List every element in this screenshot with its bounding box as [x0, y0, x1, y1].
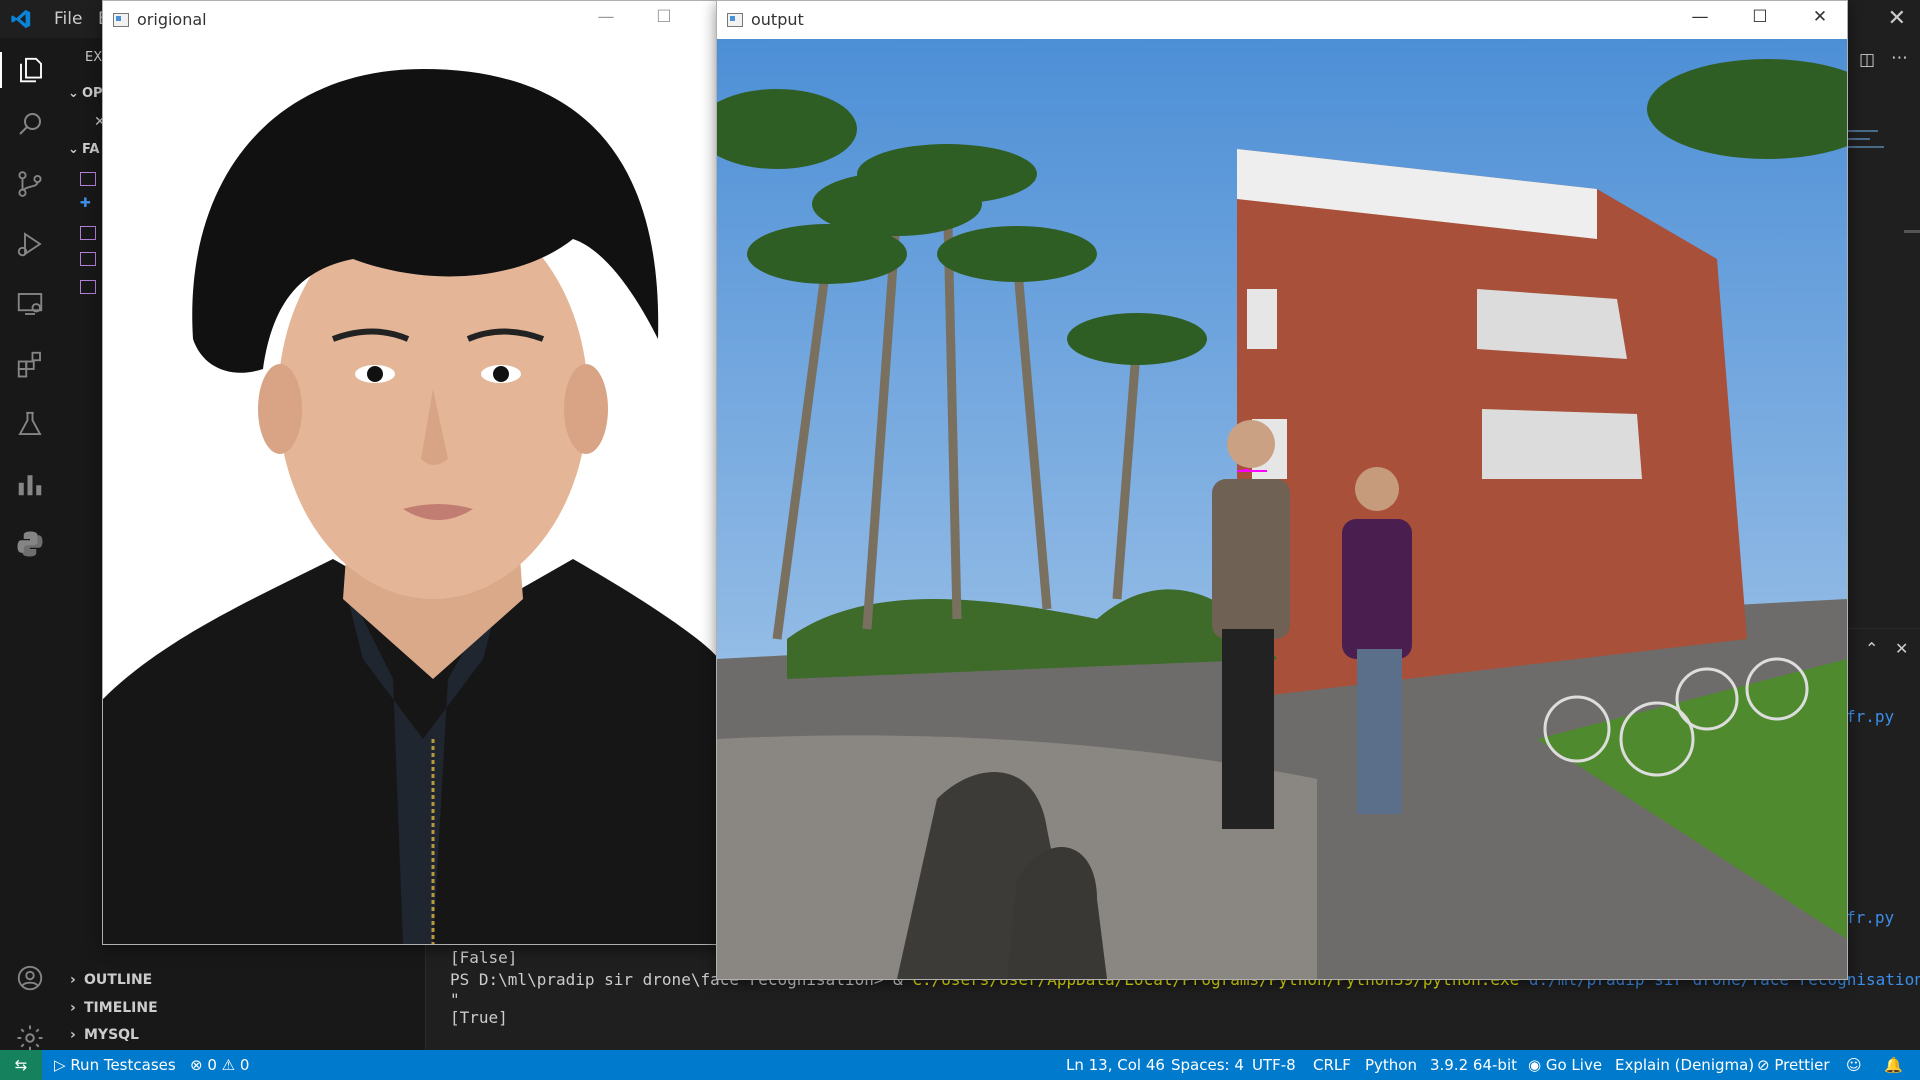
file-link[interactable]: fr.py — [1846, 908, 1894, 927]
file-link[interactable]: fr.py — [1846, 707, 1894, 726]
minimize-icon[interactable]: — — [583, 7, 629, 33]
explain-denigma-button[interactable]: Explain (Denigma) — [1615, 1056, 1754, 1074]
explorer-title: EX — [85, 50, 103, 65]
python-file-icon[interactable]: ✚ — [80, 197, 94, 210]
scrollbar-thumb[interactable] — [1904, 230, 1920, 233]
minimap[interactable] — [1848, 130, 1878, 132]
minimap[interactable] — [1848, 146, 1884, 148]
terminal-output-true: [True] — [450, 1008, 508, 1027]
original-image-window[interactable]: origional — ☐ — [102, 0, 720, 945]
vscode-logo-icon — [11, 9, 31, 29]
python-icon[interactable] — [12, 526, 48, 562]
window-app-icon — [113, 13, 129, 27]
run-debug-icon[interactable] — [12, 226, 48, 262]
encoding[interactable]: UTF-8 — [1252, 1056, 1296, 1074]
image-file-icon[interactable] — [80, 280, 96, 294]
scene-image — [717, 39, 1847, 979]
outline-section[interactable]: › OUTLINE — [70, 972, 152, 988]
search-icon[interactable] — [12, 106, 48, 142]
window-titlebar[interactable]: output — ☐ ✕ — [717, 1, 1847, 39]
status-bar: ⇆ ▷ Run Testcases ⊗ 0 ⚠ 0 Ln 13, Col 46 … — [0, 1050, 1920, 1080]
image-file-icon[interactable] — [80, 172, 96, 186]
notifications-bell-icon[interactable]: 🔔 — [1884, 1056, 1903, 1074]
split-editor-icon[interactable]: ◫ — [1859, 50, 1875, 70]
remote-explorer-icon[interactable] — [12, 286, 48, 322]
extensions-icon[interactable] — [12, 346, 48, 382]
warning-icon: ⚠ — [221, 1056, 240, 1074]
remote-indicator-icon[interactable]: ⇆ — [0, 1050, 42, 1080]
go-live-button[interactable]: ◉ Go Live — [1528, 1056, 1602, 1074]
python-interpreter[interactable]: 3.9.2 64-bit — [1430, 1056, 1517, 1074]
play-icon: ▷ — [54, 1056, 71, 1074]
source-control-icon[interactable] — [12, 166, 48, 202]
chevron-down-icon: ⌄ — [68, 142, 79, 157]
prettier-check-icon: ⊘ — [1757, 1056, 1775, 1074]
chevron-right-icon: › — [70, 972, 76, 988]
prettier-button[interactable]: ⊘ Prettier — [1757, 1056, 1830, 1074]
account-icon[interactable] — [12, 960, 48, 996]
window-title: origional — [137, 10, 207, 29]
language-mode[interactable]: Python — [1365, 1056, 1417, 1074]
explorer-icon[interactable] — [0, 52, 60, 88]
cursor-position[interactable]: Ln 13, Col 46 — [1066, 1056, 1165, 1074]
line-ending[interactable]: CRLF — [1313, 1056, 1351, 1074]
close-panel-icon[interactable]: ✕ — [1895, 639, 1908, 658]
minimap[interactable] — [1848, 138, 1870, 140]
maximize-panel-icon[interactable]: ⌃ — [1865, 639, 1878, 658]
image-file-icon[interactable] — [80, 252, 96, 266]
broadcast-icon: ◉ — [1528, 1056, 1546, 1074]
window-app-icon — [727, 13, 743, 27]
window-title: output — [751, 10, 804, 29]
open-editors-section[interactable]: ⌄ OP — [68, 86, 103, 101]
chevron-down-icon: ⌄ — [68, 86, 79, 101]
minimize-icon[interactable]: — — [1677, 7, 1723, 33]
run-testcases-button[interactable]: ▷ Run Testcases — [54, 1056, 176, 1074]
image-file-icon[interactable] — [80, 226, 96, 240]
folder-section[interactable]: ⌄ FA — [68, 142, 99, 157]
menu-file[interactable]: File — [54, 9, 82, 29]
mysql-section[interactable]: › MYSQL — [70, 1027, 139, 1043]
chevron-right-icon: › — [70, 1000, 76, 1016]
error-icon: ⊗ — [190, 1056, 208, 1074]
editor-area: ◫ ⋯ — [1845, 38, 1920, 628]
terminal-output-false: [False] — [450, 948, 518, 967]
close-icon[interactable]: ✕ — [1797, 7, 1843, 33]
window-titlebar[interactable]: origional — ☐ — [103, 1, 719, 39]
chevron-right-icon: › — [70, 1027, 76, 1043]
portrait-image — [103, 39, 719, 944]
more-actions-icon[interactable]: ⋯ — [1891, 48, 1908, 68]
maximize-icon[interactable]: ☐ — [641, 7, 687, 33]
timeline-section[interactable]: › TIMELINE — [70, 1000, 158, 1016]
testing-icon[interactable] — [12, 406, 48, 442]
terminal-quote: " — [450, 990, 460, 1009]
indentation[interactable]: Spaces: 4 — [1171, 1056, 1244, 1074]
charts-icon[interactable] — [12, 466, 48, 502]
problems-indicator[interactable]: ⊗ 0 ⚠ 0 — [190, 1056, 249, 1074]
activity-bar — [0, 38, 60, 1051]
output-image-window[interactable]: output — ☐ ✕ — [716, 0, 1848, 980]
maximize-icon[interactable]: ☐ — [1737, 7, 1783, 33]
feedback-icon[interactable]: ☺ — [1846, 1056, 1862, 1074]
vscode-close-icon[interactable]: ✕ — [1888, 6, 1906, 31]
